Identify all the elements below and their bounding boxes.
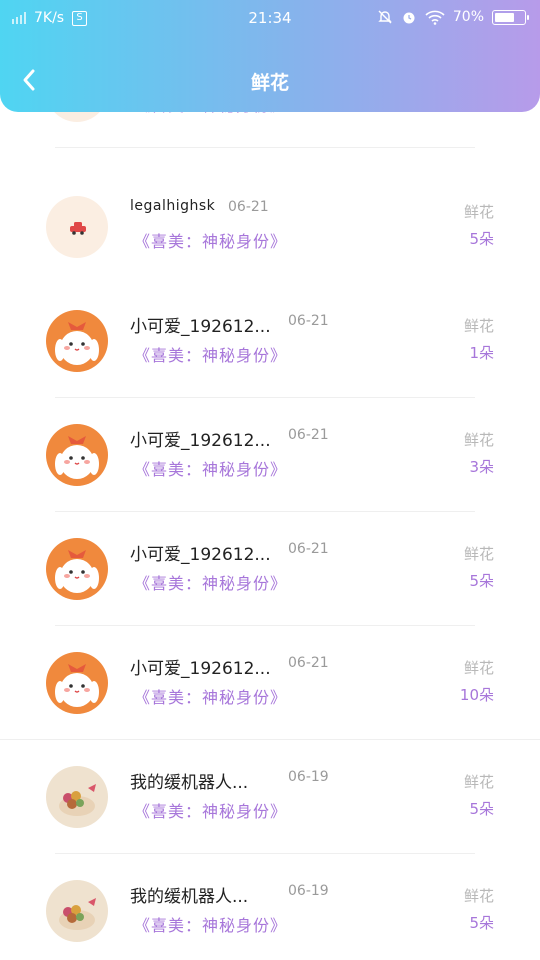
user-name[interactable]: 我的缓机器人... (130, 768, 248, 793)
battery-icon (492, 9, 529, 25)
user-name[interactable]: 小可爱_192612... (130, 312, 271, 337)
record-date: 06-21 (288, 655, 329, 671)
list-item[interactable]: 小可爱_192612... 06-21 《喜美：神秘身份》 鲜花 1朵 (0, 284, 540, 398)
gift-kind: 鲜花 (463, 659, 494, 677)
alarm-icon (403, 12, 415, 24)
record-date: 06-19 (288, 883, 329, 899)
gift-book-title: 《喜美：神秘身份》 (134, 346, 288, 365)
bunny-girl-icon (55, 550, 99, 593)
flower-amount: 3朵 (469, 458, 494, 476)
user-name[interactable]: legalhighsk (130, 198, 215, 214)
record-date: 06-19 (288, 769, 329, 785)
user-name[interactable]: 小可爱_192612... (130, 540, 271, 565)
avatar[interactable] (46, 880, 108, 942)
avatar[interactable] (46, 538, 108, 600)
gift-book-title: 《喜美：神秘身份》 (134, 460, 288, 479)
user-name[interactable]: 我的缓机器人... (130, 882, 248, 907)
flower-amount: 5朵 (469, 800, 494, 818)
avatar[interactable] (46, 310, 108, 372)
nav-bar: 鲜花 (0, 56, 540, 104)
avatar[interactable] (46, 652, 108, 714)
record-date: 06-21 (288, 427, 329, 443)
avatar[interactable] (46, 424, 108, 486)
page-title: 鲜花 (250, 72, 289, 94)
status-bar: 7K/s S 21:34 70% (0, 0, 540, 36)
gift-kind: 鲜花 (463, 773, 494, 791)
app-header: 7K/s S 21:34 70% 鲜花 (0, 0, 540, 112)
record-date: 06-21 (288, 313, 329, 329)
gift-book-title: 《喜美：神秘身份》 (134, 688, 288, 707)
bunny-girl-icon (55, 664, 99, 707)
record-date: 06-21 (228, 199, 269, 215)
gift-book-title: 《喜美：神秘身份》 (134, 232, 288, 251)
flower-record-list[interactable]: 《喜美：神秘身份》 5朵 legalhighsk 06-21 《喜美：神秘身份》… (0, 90, 540, 960)
flower-amount: 5朵 (469, 914, 494, 932)
robot-toy-icon (59, 898, 96, 930)
gift-book-title: 《喜美：神秘身份》 (134, 916, 288, 935)
gift-kind: 鲜花 (463, 545, 494, 563)
list-item[interactable]: 我的缓机器人... 06-19 《喜美：神秘身份》 鲜花 5朵 (0, 740, 540, 854)
robot-toy-icon (59, 784, 96, 816)
bunny-girl-icon (55, 322, 99, 365)
battery-percent: 70% (452, 9, 484, 25)
divider (55, 147, 475, 148)
flower-amount: 10朵 (459, 686, 494, 704)
bunny-girl-icon (55, 436, 99, 479)
list-item[interactable]: 小可爱_192612... 06-21 《喜美：神秘身份》 鲜花 10朵 (0, 626, 540, 740)
gift-kind: 鲜花 (463, 317, 494, 335)
gift-kind: 鲜花 (463, 203, 494, 221)
avatar[interactable] (46, 766, 108, 828)
muted-bell-icon (378, 10, 392, 24)
list-item[interactable]: 小可爱_192612... 06-21 《喜美：神秘身份》 鲜花 5朵 (0, 512, 540, 626)
gift-book-title: 《喜美：神秘身份》 (134, 802, 288, 821)
gift-book-title: 《喜美：神秘身份》 (134, 574, 288, 593)
list-item[interactable]: 我的缓机器人... 06-19 《喜美：神秘身份》 鲜花 5朵 (0, 854, 540, 960)
flower-amount: 5朵 (469, 572, 494, 590)
wifi-icon (425, 10, 445, 25)
user-name[interactable]: 小可爱_192612... (130, 426, 271, 451)
gift-kind: 鲜花 (463, 887, 494, 905)
record-date: 06-21 (288, 541, 329, 557)
car-icon (70, 222, 86, 235)
flower-amount: 1朵 (469, 344, 494, 362)
user-name[interactable]: 小可爱_192612... (130, 654, 271, 679)
flower-amount: 5朵 (469, 230, 494, 248)
avatar[interactable] (46, 196, 108, 258)
list-item[interactable]: legalhighsk 06-21 《喜美：神秘身份》 鲜花 5朵 (0, 170, 540, 284)
gift-kind: 鲜花 (463, 431, 494, 449)
list-item[interactable]: 小可爱_192612... 06-21 《喜美：神秘身份》 鲜花 3朵 (0, 398, 540, 512)
